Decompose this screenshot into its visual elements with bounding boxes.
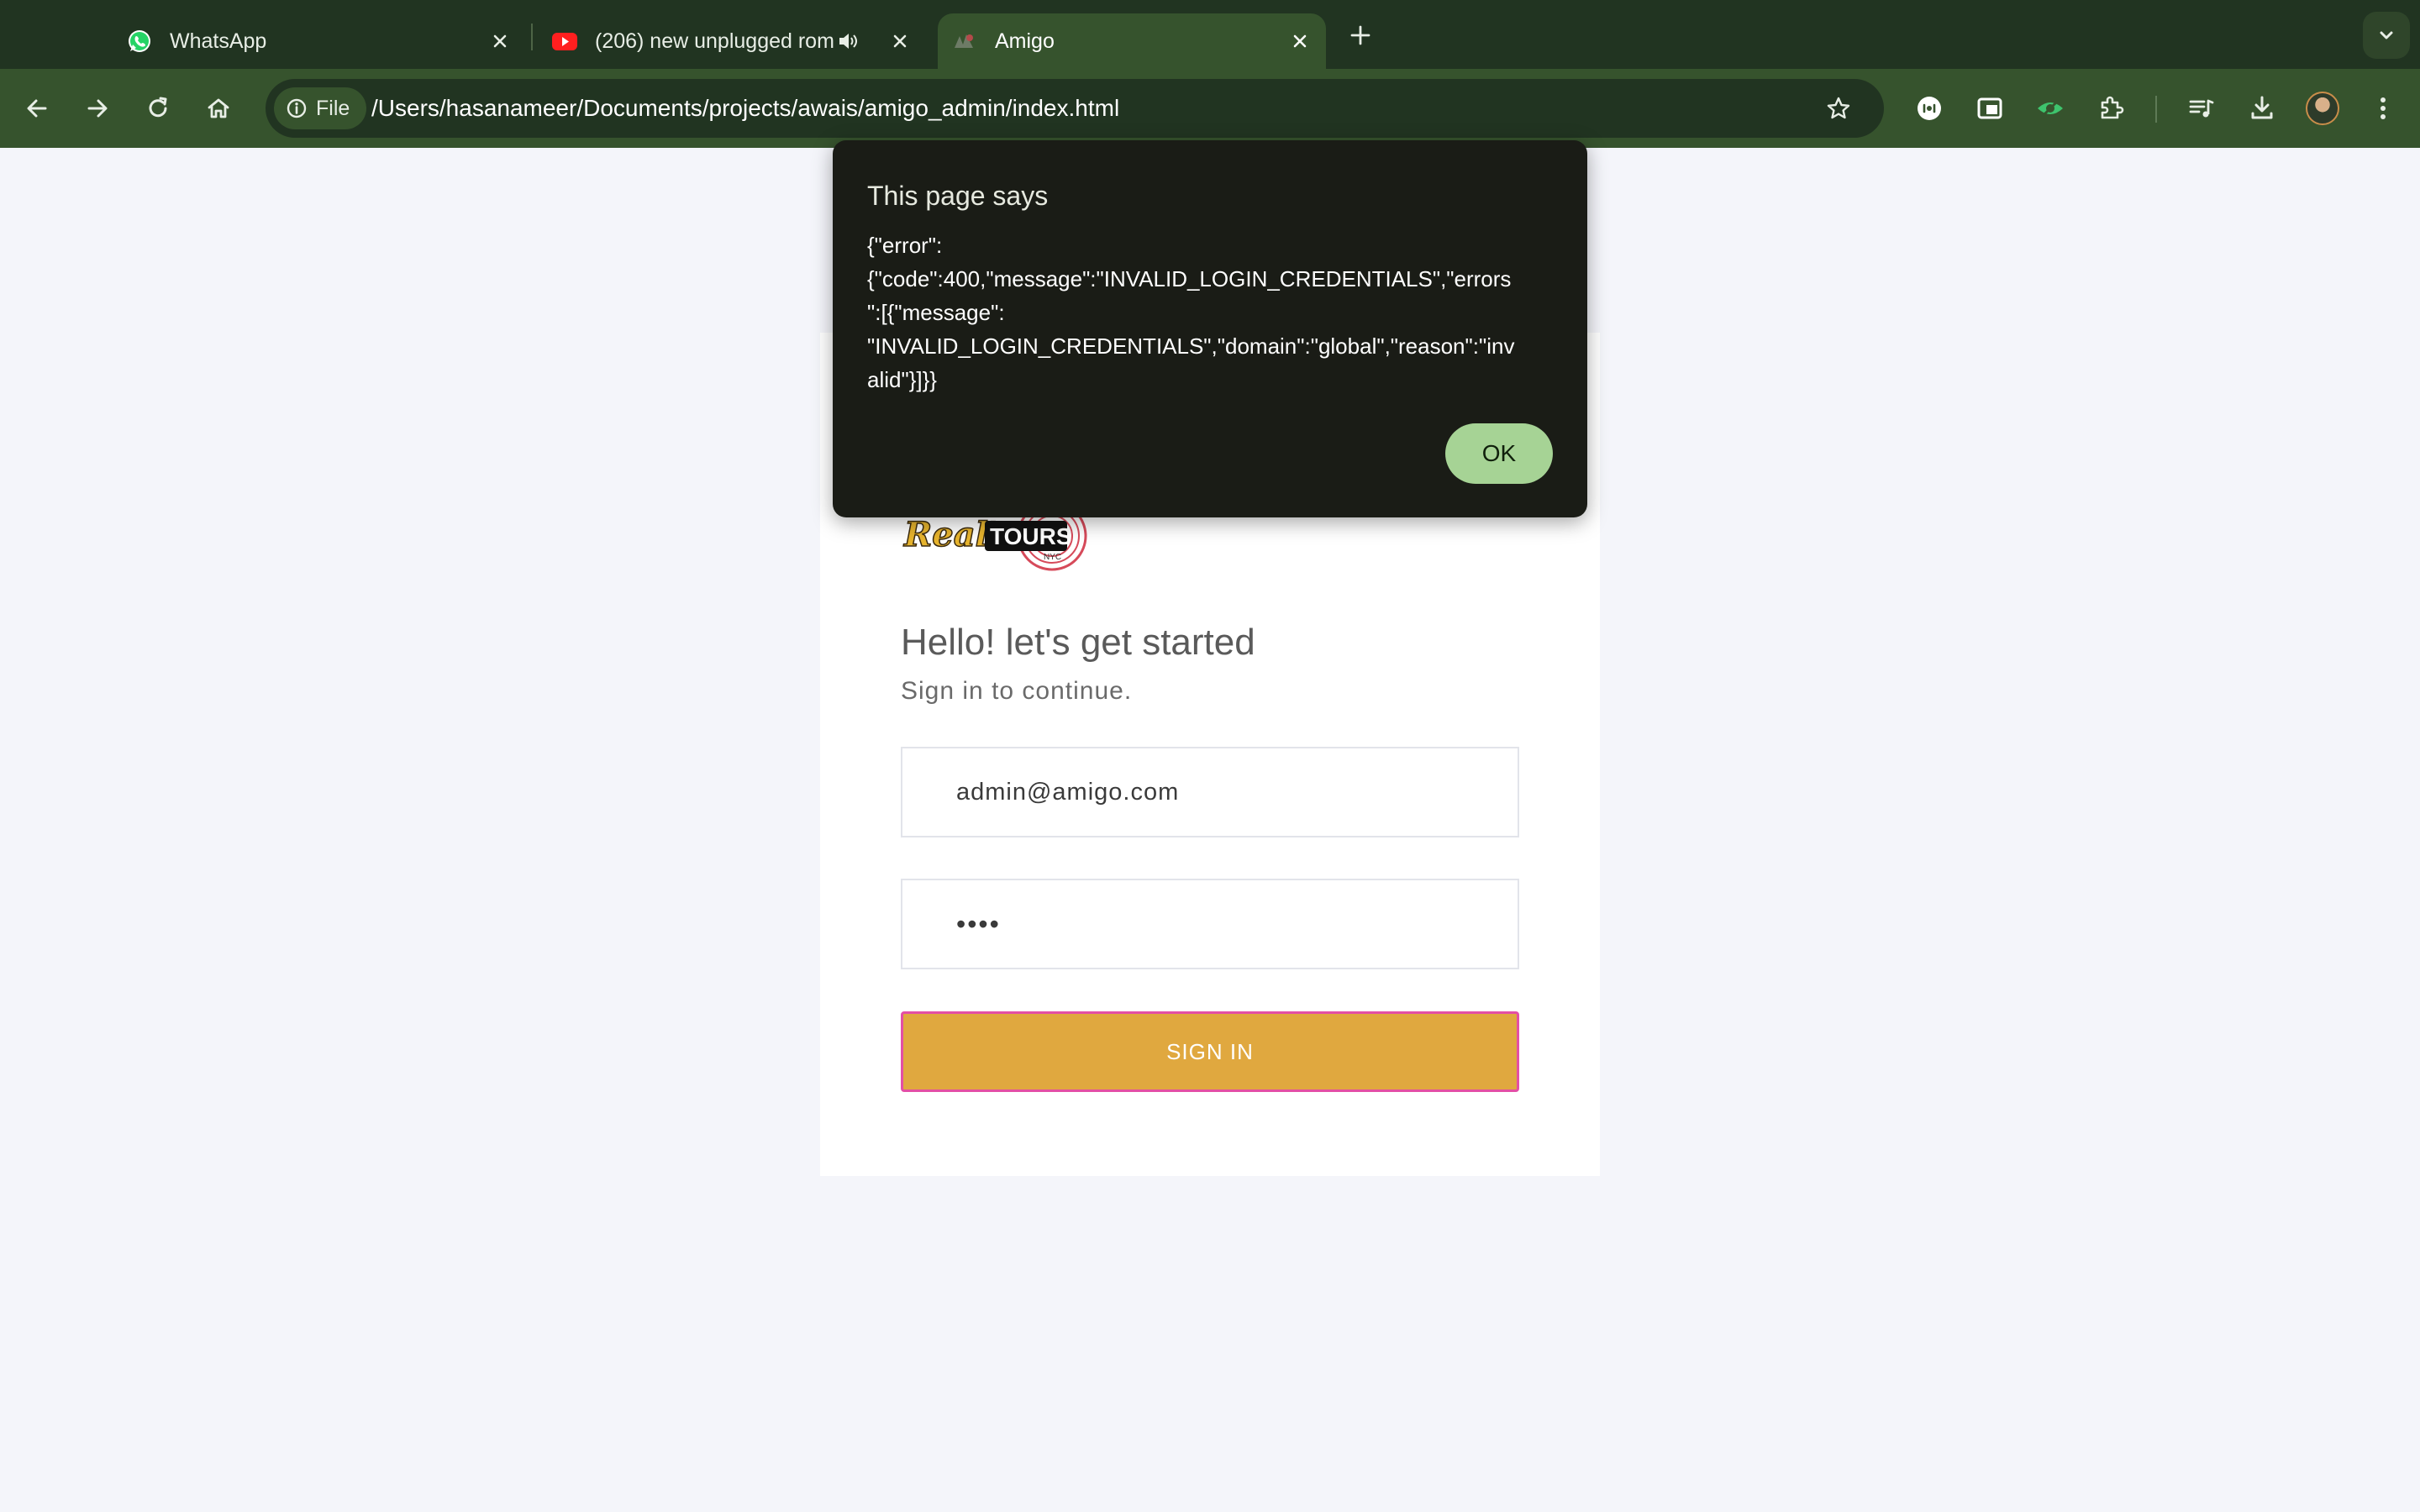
tab-whatsapp[interactable]: WhatsApp xyxy=(126,13,529,69)
downloads-icon[interactable] xyxy=(2238,85,2286,132)
tab-separator xyxy=(531,24,533,50)
ok-button[interactable]: OK xyxy=(1445,423,1553,484)
dialog-message: {"error": {"code":400,"message":"INVALID… xyxy=(867,228,1556,396)
login-subheading: Sign in to continue. xyxy=(901,677,1133,705)
dialog-message-line: ":[{"message": xyxy=(867,300,1005,325)
media-control-icon[interactable] xyxy=(2178,85,2225,132)
svg-text:NYC: NYC xyxy=(1044,553,1061,562)
extension-circle-icon[interactable] xyxy=(1906,85,1953,132)
tab-title: (206) new unplugged rom xyxy=(595,29,834,53)
speaker-icon[interactable] xyxy=(834,27,862,55)
bookmark-star-icon[interactable] xyxy=(1820,90,1857,127)
sign-in-button[interactable]: SIGN IN xyxy=(901,1011,1519,1092)
browser-toolbar: File /Users/hasanameer/Documents/project… xyxy=(0,69,2420,148)
whatsapp-icon xyxy=(126,28,153,55)
dialog-message-line: {"code":400,"message":"INVALID_LOGIN_CRE… xyxy=(867,266,1512,291)
close-tab-icon[interactable] xyxy=(486,27,514,55)
login-heading: Hello! let's get started xyxy=(901,622,1255,663)
alert-dialog: This page says {"error": {"code":400,"me… xyxy=(833,140,1587,517)
profile-avatar[interactable] xyxy=(2306,92,2339,125)
svg-text:TOURS: TOURS xyxy=(990,523,1072,549)
tab-amigo[interactable]: Amigo xyxy=(938,13,1326,69)
amigo-logo-icon xyxy=(951,28,978,55)
url-text[interactable]: /Users/hasanameer/Documents/projects/awa… xyxy=(371,79,1119,138)
youtube-icon xyxy=(551,28,578,55)
reload-icon[interactable] xyxy=(134,85,182,132)
site-info-chip[interactable]: File xyxy=(274,87,367,129)
close-tab-icon[interactable] xyxy=(1286,27,1314,55)
password-field[interactable] xyxy=(901,879,1519,969)
address-bar[interactable]: File /Users/hasanameer/Documents/project… xyxy=(266,79,1884,138)
eye-extension-icon[interactable] xyxy=(2027,85,2074,132)
tab-search-chevron-down-icon[interactable] xyxy=(2363,12,2410,59)
dialog-message-line: "INVALID_LOGIN_CREDENTIALS","domain":"gl… xyxy=(867,333,1515,359)
email-field[interactable] xyxy=(901,747,1519,837)
more-menu-icon[interactable] xyxy=(2360,85,2407,132)
toolbar-divider xyxy=(2155,96,2157,123)
extensions-puzzle-icon[interactable] xyxy=(2087,85,2134,132)
tab-youtube[interactable]: (206) new unplugged rom xyxy=(551,13,921,69)
tab-strip: WhatsApp (206) new unplugged rom Amigo xyxy=(0,0,2420,69)
home-icon[interactable] xyxy=(195,85,242,132)
dialog-message-line: alid"}]}} xyxy=(867,367,937,392)
back-arrow-icon[interactable] xyxy=(13,85,60,132)
tab-title: WhatsApp xyxy=(170,29,267,53)
info-icon xyxy=(287,98,307,118)
dialog-message-line: {"error": xyxy=(867,233,943,258)
close-tab-icon[interactable] xyxy=(886,27,914,55)
forward-arrow-icon[interactable] xyxy=(74,85,121,132)
dialog-title: This page says xyxy=(867,181,1049,211)
picture-in-picture-icon[interactable] xyxy=(1966,85,2013,132)
site-info-label: File xyxy=(316,96,350,120)
new-tab-icon[interactable] xyxy=(1344,18,1377,52)
tab-title: Amigo xyxy=(995,29,1055,53)
